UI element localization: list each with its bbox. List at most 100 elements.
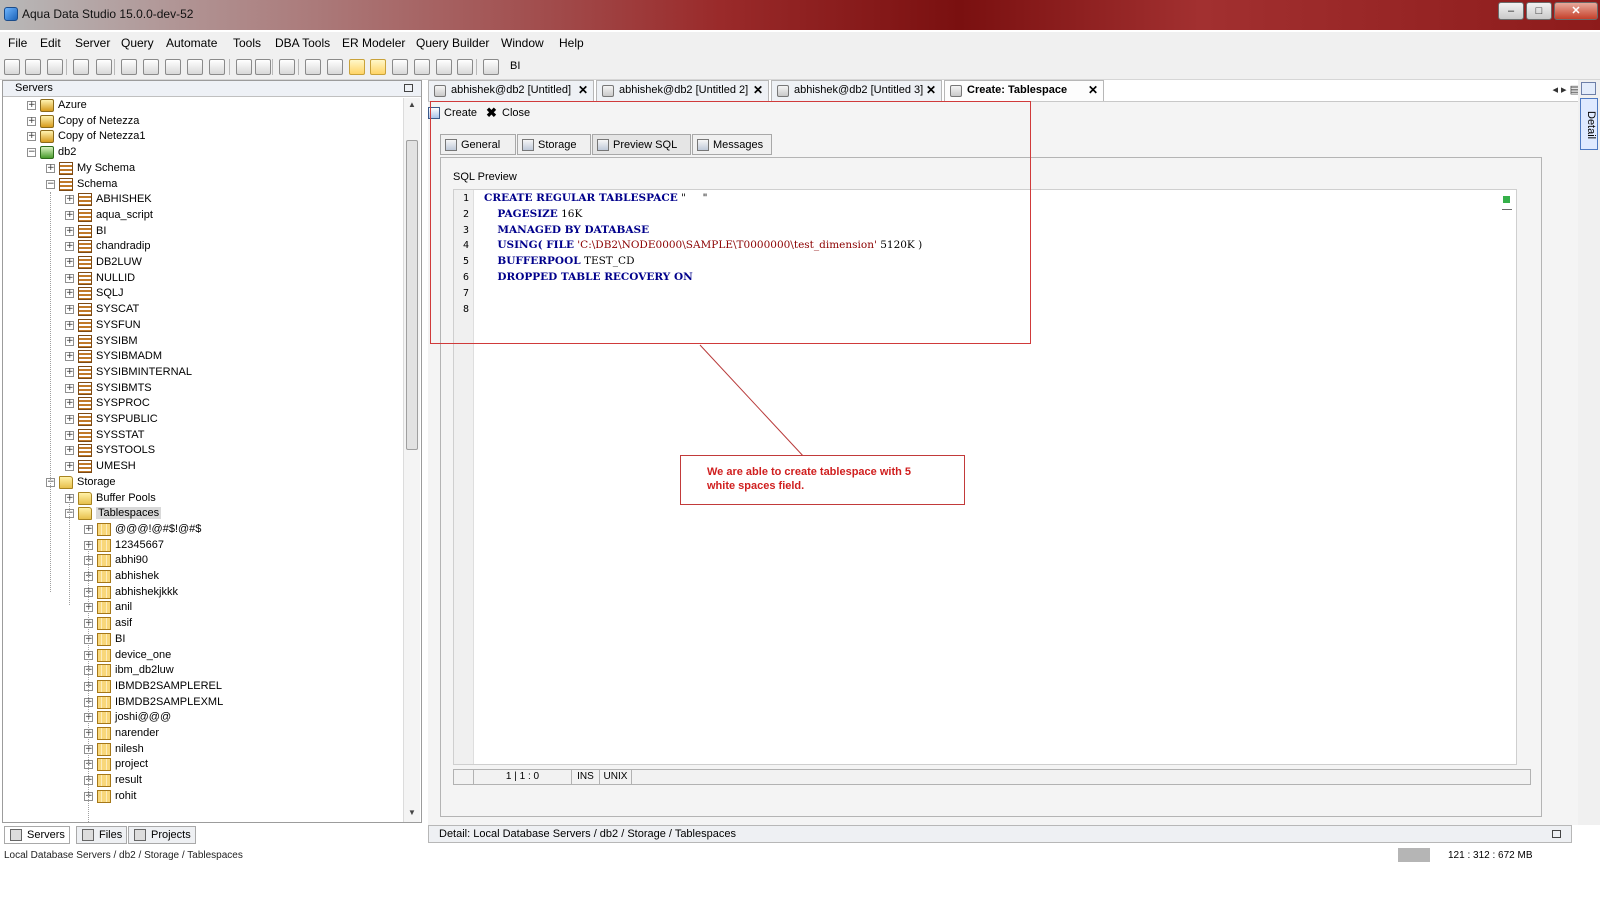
close-window-button[interactable]: ✕ — [1554, 2, 1598, 20]
expand-icon[interactable]: + — [65, 415, 74, 424]
tree-node-label: Tablespaces — [96, 507, 162, 520]
editor-tab-1[interactable]: abhishek@db2 [Untitled] ✕ — [428, 80, 594, 101]
tree-node-label: abhishek — [115, 570, 160, 582]
collapse-icon[interactable]: − — [27, 148, 36, 158]
menu-dba-tools[interactable]: DBA Tools — [275, 36, 330, 50]
expand-icon[interactable]: + — [65, 273, 74, 283]
menu-er-modeler[interactable]: ER Modeler — [342, 36, 405, 50]
status-spacer — [454, 770, 474, 784]
collapse-icon[interactable]: − — [46, 179, 55, 189]
query-window-icon[interactable] — [121, 59, 137, 75]
schema-script-icon[interactable] — [143, 59, 159, 75]
tab-navigation-icons[interactable]: ◂ ▸ ▤ — [1552, 83, 1580, 96]
expand-icon[interactable]: + — [65, 320, 74, 330]
close-tab-icon[interactable]: ✕ — [578, 83, 588, 97]
tree-node-label: SYSIBMINTERNAL — [96, 365, 192, 378]
left-tab-servers[interactable]: Servers — [4, 826, 70, 844]
folder-icon — [78, 491, 92, 505]
expand-icon[interactable]: + — [65, 289, 74, 299]
left-tab-files[interactable]: Files — [76, 826, 128, 844]
menu-query-builder[interactable]: Query Builder — [416, 36, 489, 50]
print-icon[interactable] — [279, 59, 295, 75]
menu-tools[interactable]: Tools — [233, 36, 261, 50]
expand-icon[interactable]: + — [65, 462, 74, 472]
menu-query[interactable]: Query — [121, 36, 154, 50]
expand-icon[interactable]: + — [27, 132, 36, 142]
detail-bar: Detail: Local Database Servers / db2 / S… — [428, 825, 1572, 843]
compare-icon[interactable] — [187, 59, 203, 75]
restore-panel-icon[interactable] — [1552, 830, 1561, 838]
minimize-button[interactable]: – — [1498, 2, 1524, 20]
expand-icon[interactable]: + — [65, 399, 74, 409]
expand-icon[interactable]: + — [65, 352, 74, 362]
chart-icon[interactable] — [436, 59, 452, 75]
tree-node-label: UMESH — [96, 460, 136, 473]
menu-server[interactable]: Server — [75, 36, 110, 50]
bi-icon[interactable] — [483, 59, 499, 75]
expand-icon[interactable]: + — [65, 446, 74, 456]
expand-icon[interactable]: + — [65, 258, 74, 267]
tablespace-icon — [97, 679, 111, 693]
editor-tab-2[interactable]: abhishek@db2 [Untitled 2] ✕ — [596, 80, 769, 101]
expand-icon[interactable]: + — [65, 383, 74, 393]
toolbar-bi-label[interactable]: BI — [510, 60, 520, 72]
grid-icon[interactable] — [1581, 82, 1596, 95]
disconnect-icon[interactable] — [47, 59, 63, 75]
dropdown-arrow-icon[interactable] — [255, 59, 271, 75]
pivot-icon[interactable] — [457, 59, 473, 75]
expand-icon[interactable]: + — [65, 210, 74, 220]
tree-node-label: Copy of Netezza1 — [58, 130, 146, 143]
expand-icon[interactable]: + — [65, 195, 74, 205]
execute-icon[interactable] — [73, 59, 89, 75]
form-view-icon[interactable] — [414, 59, 430, 75]
expand-icon[interactable]: + — [27, 101, 36, 110]
menu-file[interactable]: File — [8, 36, 27, 50]
expand-icon[interactable]: + — [27, 116, 36, 126]
detail-side-tab[interactable]: Detail — [1580, 98, 1598, 150]
tree-node-label: narender — [115, 727, 160, 739]
tree-guide-line — [69, 500, 70, 605]
close-tab-icon[interactable]: ✕ — [1088, 83, 1098, 97]
tree-node-label: asif — [115, 617, 133, 630]
tree-scrollbar[interactable]: ▲ ▼ — [403, 98, 420, 822]
menu-automate[interactable]: Automate — [166, 36, 217, 50]
tree-node-label: Azure — [58, 99, 87, 111]
scroll-down-icon[interactable]: ▼ — [408, 808, 416, 817]
expand-icon[interactable]: + — [46, 163, 55, 173]
split-view-icon[interactable] — [392, 59, 408, 75]
scroll-up-icon[interactable]: ▲ — [408, 100, 416, 109]
editor-tab-4[interactable]: Create: Tablespace ✕ — [944, 80, 1104, 101]
scrollbar-thumb[interactable] — [406, 140, 418, 450]
maximize-button[interactable]: □ — [1526, 2, 1552, 20]
expand-icon[interactable]: + — [65, 305, 74, 315]
refresh-icon[interactable] — [236, 59, 252, 75]
text-view-icon[interactable] — [327, 59, 343, 75]
connect-icon[interactable] — [25, 59, 41, 75]
maximize-panel-icon[interactable] — [404, 84, 413, 92]
editor-tab-3[interactable]: abhishek@db2 [Untitled 3] ✕ — [771, 80, 942, 101]
memory-gauge[interactable] — [1398, 848, 1430, 862]
left-tab-projects[interactable]: Projects — [128, 826, 196, 844]
grid-view-icon[interactable] — [305, 59, 321, 75]
servers-panel: Servers + Azure + Copy of Netezza + Copy of N… — [2, 80, 422, 823]
backup-icon[interactable] — [209, 59, 225, 75]
schema-icon — [78, 397, 92, 411]
close-tab-icon[interactable]: ✕ — [926, 83, 936, 97]
expand-icon[interactable]: + — [65, 226, 74, 236]
expand-icon[interactable]: + — [84, 524, 93, 534]
menu-edit[interactable]: Edit — [40, 36, 61, 50]
expand-icon[interactable]: + — [65, 242, 74, 252]
highlight-view-icon[interactable] — [349, 59, 365, 75]
menu-help[interactable]: Help — [559, 36, 584, 50]
new-server-icon[interactable] — [4, 59, 20, 75]
expand-icon[interactable]: + — [65, 336, 74, 346]
schema-icon — [59, 161, 73, 175]
expand-icon[interactable]: + — [65, 430, 74, 440]
stop-icon[interactable] — [96, 59, 112, 75]
menu-window[interactable]: Window — [501, 36, 544, 50]
table-view-icon[interactable] — [370, 59, 386, 75]
close-tab-icon[interactable]: ✕ — [753, 83, 763, 97]
expand-icon[interactable]: + — [65, 367, 74, 377]
table-script-icon[interactable] — [165, 59, 181, 75]
tree-node-label: NULLID — [96, 271, 136, 284]
